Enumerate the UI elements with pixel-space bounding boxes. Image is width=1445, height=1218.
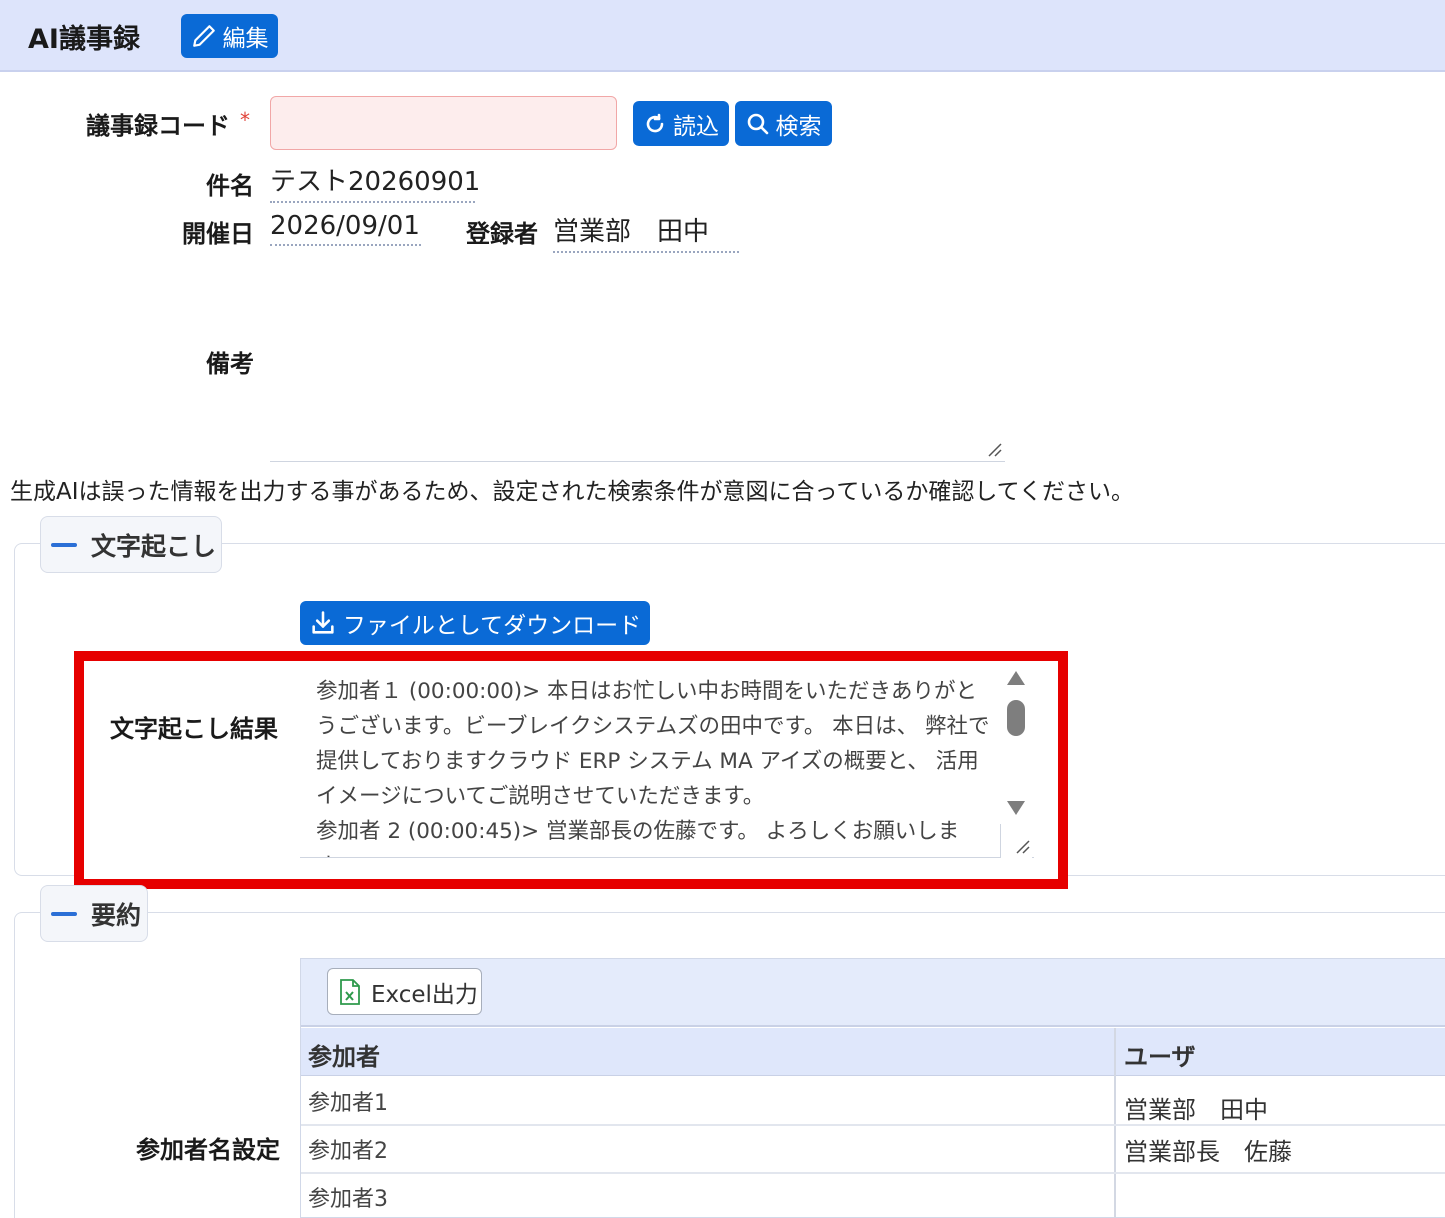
search-button-label: 検索 — [775, 113, 822, 140]
row-divider — [301, 1124, 1445, 1126]
textarea-resize-handle[interactable] — [1000, 824, 1032, 858]
transcription-result-label: 文字起こし結果 — [110, 715, 278, 743]
participant-cell: 参加者3 — [308, 1187, 388, 1212]
collapse-icon — [51, 542, 77, 547]
scroll-down-arrow-icon[interactable] — [1006, 800, 1026, 816]
download-file-button[interactable]: ファイルとしてダウンロード — [300, 601, 650, 645]
participant-setting-label: 参加者名設定 — [136, 1136, 280, 1164]
scroll-up-arrow-icon[interactable] — [1006, 670, 1026, 686]
column-divider — [1114, 1028, 1116, 1218]
code-label: 議事録コード — [86, 112, 230, 140]
resize-handle-icon[interactable] — [986, 441, 1002, 457]
resize-handle-icon — [1016, 840, 1030, 854]
pencil-icon — [192, 25, 215, 47]
column-header-user[interactable]: ユーザ — [1124, 1037, 1196, 1072]
transcription-result-textarea[interactable]: 参加者１ (00:00:00)> 本日はお忙しい中お時間をいただきありがとうござ… — [300, 666, 1034, 858]
user-cell[interactable]: 営業部 田中 — [1124, 1090, 1268, 1125]
excel-export-label: Excel出力 — [371, 981, 478, 1008]
ai-notice: 生成AIは誤った情報を出力する事があるため、設定された検索条件が意図に合っている… — [10, 479, 1134, 505]
download-file-button-label: ファイルとしてダウンロード — [342, 613, 642, 639]
scrollbar-thumb[interactable] — [1007, 700, 1025, 736]
remarks-textarea[interactable] — [270, 432, 1005, 462]
participant-cell: 参加者1 — [308, 1091, 388, 1116]
user-cell[interactable]: 営業部長 佐藤 — [1124, 1132, 1292, 1167]
excel-file-icon — [340, 978, 360, 1005]
registrant-label: 登録者 — [466, 220, 538, 248]
excel-export-button[interactable]: Excel出力 — [327, 968, 482, 1015]
row-divider — [301, 1172, 1445, 1174]
column-header-participant[interactable]: 参加者 — [308, 1037, 380, 1072]
load-button-label: 読込 — [673, 113, 719, 140]
transcription-section-toggle[interactable]: 文字起こし — [40, 516, 222, 573]
registrant-value: 営業部 田中 — [553, 211, 739, 253]
edit-button-label: 編集 — [222, 26, 269, 52]
required-mark: * — [240, 108, 250, 132]
summary-section-title: 要約 — [91, 900, 142, 930]
subject-label: 件名 — [206, 172, 254, 200]
page-title: AI議事録 — [28, 24, 140, 55]
remarks-label: 備考 — [206, 350, 254, 378]
collapse-icon — [51, 911, 77, 916]
transcription-section-title: 文字起こし — [91, 531, 217, 561]
refresh-icon — [646, 113, 664, 132]
grid-header — [301, 1028, 1445, 1076]
load-button[interactable]: 読込 — [633, 101, 729, 146]
transcription-result-text: 参加者１ (00:00:00)> 本日はお忙しい中お時間をいただきありがとうござ… — [316, 679, 990, 857]
participant-cell: 参加者2 — [308, 1139, 388, 1164]
search-button[interactable]: 検索 — [735, 101, 832, 146]
edit-button[interactable]: 編集 — [181, 14, 278, 58]
date-value: 2026/09/01 — [270, 211, 421, 246]
code-input[interactable] — [270, 96, 617, 150]
download-icon — [312, 611, 334, 634]
subject-value: テスト20260901 — [270, 161, 480, 203]
date-label: 開催日 — [182, 220, 254, 248]
summary-section-toggle[interactable]: 要約 — [40, 885, 148, 942]
search-icon — [747, 113, 768, 134]
